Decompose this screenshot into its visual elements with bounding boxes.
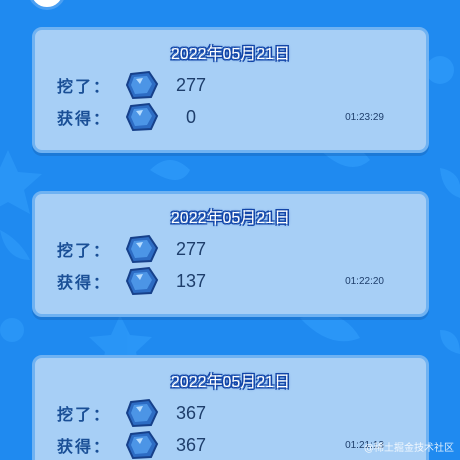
back-button[interactable] xyxy=(28,0,66,10)
record-date: 2022年05月21日 xyxy=(170,210,291,227)
mined-row: 挖了： 277 xyxy=(57,70,211,100)
ore-gem-icon xyxy=(125,398,159,428)
watermark: @稀土掘金技术社区 xyxy=(364,443,454,454)
gained-label: 获得： xyxy=(57,437,112,456)
mined-value: 367 xyxy=(175,402,207,423)
ore-gem-icon xyxy=(125,70,159,100)
mined-row: 挖了： 367 xyxy=(57,398,211,428)
record-date: 2022年05月21日 xyxy=(170,374,291,391)
gained-value: 0 xyxy=(185,106,196,127)
gained-label: 获得： xyxy=(57,109,112,128)
record-time: 01:23:29 xyxy=(345,112,384,123)
record-card: 2022年05月21日 挖了： 277 获得： 0 01:23:29 xyxy=(32,27,429,153)
mined-value: 277 xyxy=(175,238,207,259)
gained-value: 137 xyxy=(175,270,207,291)
record-time: 01:22:20 xyxy=(345,276,384,287)
ore-gem-icon xyxy=(125,430,159,460)
ore-gem-icon xyxy=(125,234,159,264)
mined-row: 挖了： 277 xyxy=(57,234,211,264)
mined-value: 277 xyxy=(175,74,207,95)
gained-value: 367 xyxy=(175,434,207,455)
gained-label: 获得： xyxy=(57,273,112,292)
gained-row: 获得： 367 xyxy=(57,430,211,460)
gained-row: 获得： 137 xyxy=(57,266,211,296)
mined-label: 挖了： xyxy=(57,241,112,260)
mined-label: 挖了： xyxy=(57,405,112,424)
ore-gem-icon xyxy=(125,266,159,296)
ore-gem-icon xyxy=(125,102,159,132)
mined-label: 挖了： xyxy=(57,77,112,96)
record-card: 2022年05月21日 挖了： 277 获得： 137 01:22:20 xyxy=(32,191,429,317)
gained-row: 获得： 0 xyxy=(57,102,211,132)
record-date: 2022年05月21日 xyxy=(170,46,291,63)
